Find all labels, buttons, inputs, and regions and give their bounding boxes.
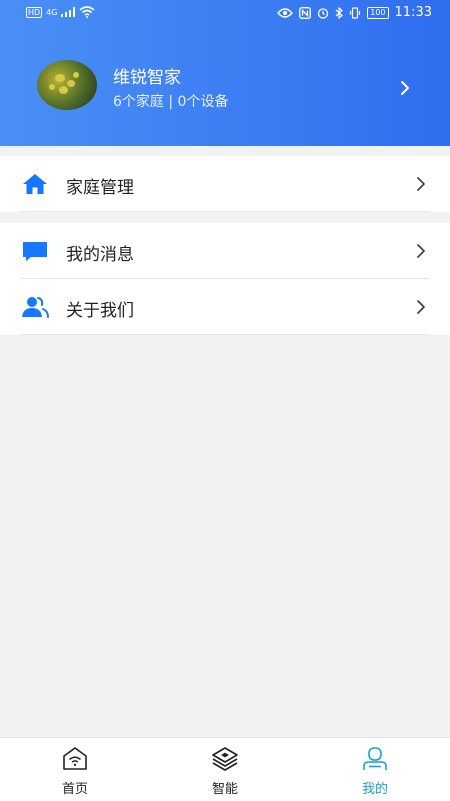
battery-icon: 100 [367,6,389,19]
tab-label: 智能 [211,782,238,797]
bluetooth-icon [335,6,344,19]
chevron-right-icon[interactable] [400,80,410,96]
profile-header: HD 4G 100 11:33 维锐智家 6个家庭 | 0个设备 [0,0,450,146]
hd-badge: HD [26,6,43,18]
menu-item-label: 关于我们 [66,301,134,321]
chevron-right-icon [417,244,425,258]
device-count: 0个设备 [177,94,229,110]
vibrate-icon [350,6,361,19]
house-icon [23,174,47,194]
chat-bubble-icon [23,242,47,261]
layers-icon [212,747,238,771]
menu-item-label: 家庭管理 [66,178,134,198]
menu-item-about-us[interactable]: 关于我们 [0,279,450,335]
menu-item-label: 我的消息 [66,245,134,265]
tab-home[interactable]: 首页 [0,738,150,801]
chevron-right-icon [417,300,425,314]
divider [20,211,430,212]
status-left: HD 4G [26,6,96,18]
wifi-icon [79,6,96,18]
chevron-right-icon [417,177,425,191]
family-section: 家庭管理 [0,156,450,212]
signal-icon [61,7,76,17]
menu-item-family-management[interactable]: 家庭管理 [0,156,450,212]
network-type: 4G [46,7,58,17]
tab-smart[interactable]: 智能 [150,738,300,801]
tab-label: 我的 [361,782,388,797]
wifi-house-icon [63,747,87,770]
stats-separator: | [168,94,174,110]
status-bar: HD 4G 100 11:33 [0,0,450,26]
user-name: 维锐智家 [113,68,181,88]
tab-label: 首页 [61,782,88,797]
status-right: 100 11:33 [277,5,432,20]
nfc-icon [299,6,312,19]
clock: 11:33 [394,5,432,20]
alarm-icon [318,7,329,19]
divider [20,334,430,335]
profile-row[interactable]: 维锐智家 6个家庭 | 0个设备 [0,40,450,135]
menu-item-my-messages[interactable]: 我的消息 [0,223,450,279]
eye-icon [277,7,294,18]
profile-stats: 6个家庭 | 0个设备 [113,91,228,111]
avatar[interactable] [37,60,97,110]
bottom-tab-bar: 首页 智能 我的 [0,737,450,801]
person-icon [363,747,387,770]
info-section: 我的消息 关于我们 [0,223,450,335]
tab-mine[interactable]: 我的 [300,738,450,801]
people-icon [22,297,49,318]
home-count: 6个家庭 [113,94,164,110]
